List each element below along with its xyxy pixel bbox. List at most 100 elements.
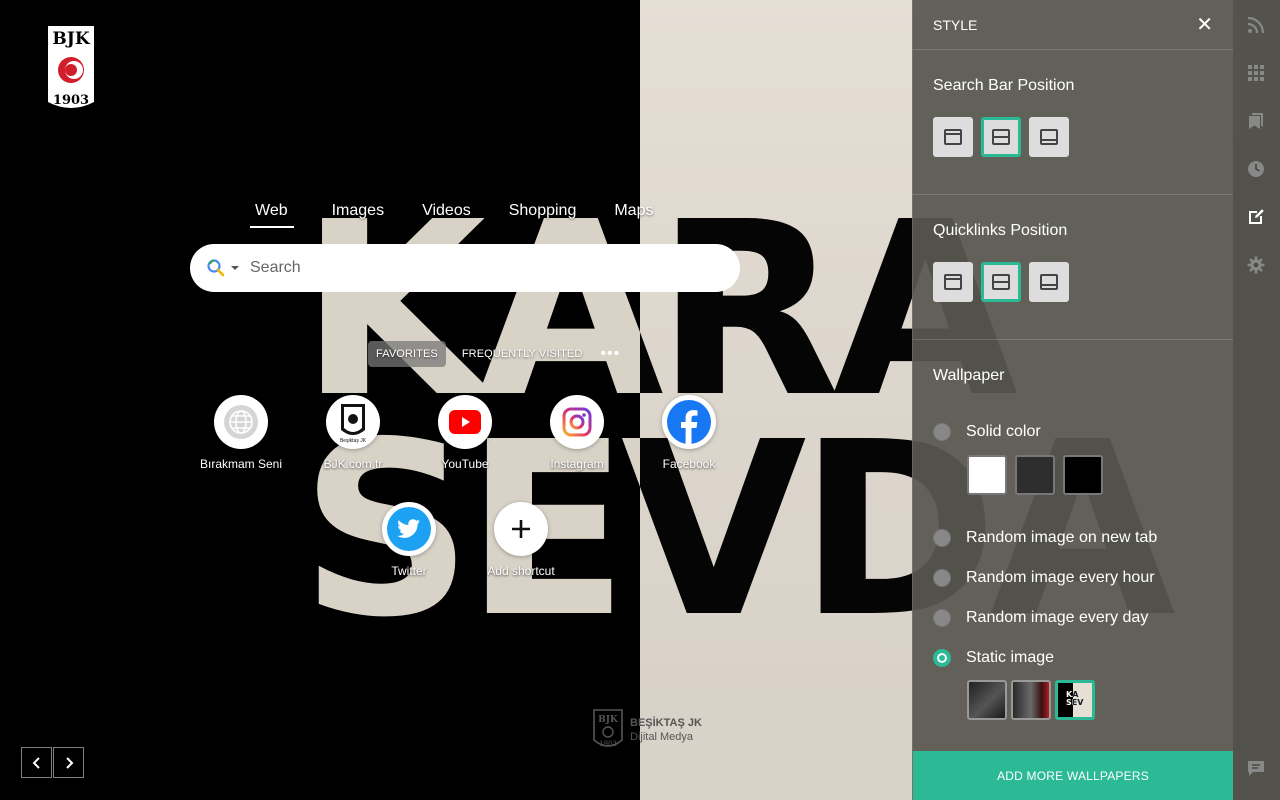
wallpaper-section: Wallpaper Solid color Random image on ne… [913, 340, 1233, 751]
settings-gear-icon[interactable] [1247, 256, 1265, 274]
twitter-icon [382, 502, 436, 556]
option-label: Static image [966, 649, 1055, 666]
credit-title: BEŞİKTAŞ JK [630, 717, 702, 729]
quicklink-label: Facebook [662, 457, 716, 471]
panel-header: STYLE ✕ [913, 0, 1233, 50]
option-label: Random image every hour [966, 569, 1155, 586]
quicklink-instagram[interactable]: Instagram [527, 395, 627, 471]
svg-text:BJK: BJK [598, 715, 619, 725]
layout-top-icon [944, 129, 962, 145]
bjk-logo: BJK 1903 [44, 22, 98, 112]
youtube-icon [438, 395, 492, 449]
wallpaper-thumb-2[interactable] [1011, 680, 1051, 720]
bjk-crest-icon: Beşiktaş JK [326, 395, 380, 449]
option-static-image[interactable]: Static image [933, 649, 1054, 667]
credit-subtitle: Dijital Medya [630, 731, 693, 743]
section-heading: Wallpaper [933, 367, 1005, 384]
chevron-right-icon [65, 756, 73, 769]
next-wallpaper-button[interactable] [53, 747, 84, 778]
search-bar [190, 244, 740, 292]
chevron-down-icon [231, 266, 239, 270]
close-icon[interactable]: ✕ [1196, 15, 1213, 35]
option-random-day[interactable]: Random image every day [933, 609, 1148, 627]
quicklink-bjk[interactable]: Beşiktaş JK BJK.com.tr [303, 395, 403, 471]
option-label: Random image every day [966, 609, 1149, 626]
layout-middle-icon [992, 274, 1010, 290]
quicklink-twitter[interactable]: Twitter [359, 502, 459, 578]
option-label: Solid color [966, 423, 1041, 440]
search-icon [207, 259, 225, 277]
plus-icon [494, 502, 548, 556]
tab-web[interactable]: Web [250, 202, 294, 228]
previous-wallpaper-button[interactable] [21, 747, 52, 778]
position-bottom-button[interactable] [1029, 262, 1069, 302]
svg-text:1903: 1903 [53, 93, 89, 108]
quicklink-youtube[interactable]: YouTube [415, 395, 515, 471]
search-type-tabs: Web Images Videos Shopping Maps [250, 202, 691, 228]
position-bottom-button[interactable] [1029, 117, 1069, 157]
add-more-wallpapers-button[interactable]: ADD MORE WALLPAPERS [913, 751, 1233, 800]
side-icon-rail [1233, 0, 1280, 800]
tab-videos[interactable]: Videos [422, 202, 471, 228]
tab-frequently-visited[interactable]: FREQUENTLY VISITED [454, 341, 591, 367]
globe-icon [214, 395, 268, 449]
rss-icon[interactable] [1247, 16, 1265, 34]
color-swatch-black[interactable] [1063, 455, 1103, 495]
layout-bottom-icon [1040, 129, 1058, 145]
option-random-new-tab[interactable]: Random image on new tab [933, 529, 1157, 547]
option-solid-color[interactable]: Solid color [933, 423, 1041, 441]
add-shortcut-button[interactable]: Add shortcut [471, 502, 571, 578]
style-panel: STYLE ✕ Search Bar Position Quicklinks P… [912, 0, 1233, 800]
quicklinks-position-section: Quicklinks Position [913, 195, 1233, 340]
quicklink-label: Instagram [550, 457, 604, 471]
bookmarks-icon[interactable] [1247, 112, 1265, 130]
color-swatch-white[interactable] [967, 455, 1007, 495]
radio-button[interactable] [933, 609, 951, 627]
wallpaper-credit: BJK 1903 BEŞİKTAŞ JK Dijital Medya [590, 708, 702, 752]
radio-button[interactable] [933, 529, 951, 547]
wallpaper-thumb-1[interactable] [967, 680, 1007, 720]
radio-button[interactable] [933, 423, 951, 441]
tab-favorites[interactable]: FAVORITES [368, 341, 446, 367]
search-input[interactable] [250, 259, 710, 277]
apps-grid-icon[interactable] [1247, 64, 1265, 82]
panel-title: STYLE [933, 16, 978, 33]
bjk-crest-icon: BJK 1903 [48, 26, 94, 108]
quicklink-birakmam-seni[interactable]: Bırakmam Seni [191, 395, 291, 471]
instagram-icon [550, 395, 604, 449]
tab-maps[interactable]: Maps [614, 202, 653, 228]
quicklink-label: Twitter [391, 564, 427, 578]
tab-images[interactable]: Images [332, 202, 384, 228]
position-top-button[interactable] [933, 262, 973, 302]
radio-button-checked[interactable] [933, 649, 951, 667]
quicklinks-position-options [933, 262, 1213, 302]
layout-top-icon [944, 274, 962, 290]
quicklink-label: Bırakmam Seni [199, 457, 283, 471]
radio-button[interactable] [933, 569, 951, 587]
search-bar-position-section: Search Bar Position [913, 50, 1233, 195]
history-icon[interactable] [1247, 160, 1265, 178]
style-edit-icon[interactable] [1247, 208, 1265, 226]
thumb-kara-sevda-text: KA SEV [1066, 690, 1084, 707]
more-options-icon[interactable]: ••• [600, 345, 620, 363]
wallpaper-thumb-3[interactable]: KA SEV [1055, 680, 1095, 720]
bjk-crest-icon: BJK 1903 [593, 709, 623, 748]
search-engine-selector[interactable] [206, 258, 250, 278]
svg-text:BJK: BJK [52, 29, 90, 49]
layout-bottom-icon [1040, 274, 1058, 290]
section-heading: Search Bar Position [933, 77, 1075, 94]
position-middle-button[interactable] [981, 262, 1021, 302]
feedback-icon[interactable] [1247, 759, 1265, 777]
facebook-icon [662, 395, 716, 449]
quicklinks-tabs: FAVORITES FREQUENTLY VISITED ••• [368, 341, 620, 367]
position-middle-button[interactable] [981, 117, 1021, 157]
quicklink-label: YouTube [441, 457, 489, 471]
quicklink-facebook[interactable]: Facebook [639, 395, 739, 471]
chevron-left-icon [32, 756, 40, 769]
layout-middle-icon [992, 129, 1010, 145]
color-swatch-dark-gray[interactable] [1015, 455, 1055, 495]
option-random-hour[interactable]: Random image every hour [933, 569, 1155, 587]
tab-shopping[interactable]: Shopping [509, 202, 577, 228]
position-top-button[interactable] [933, 117, 973, 157]
quicklink-label: Add shortcut [487, 564, 555, 578]
